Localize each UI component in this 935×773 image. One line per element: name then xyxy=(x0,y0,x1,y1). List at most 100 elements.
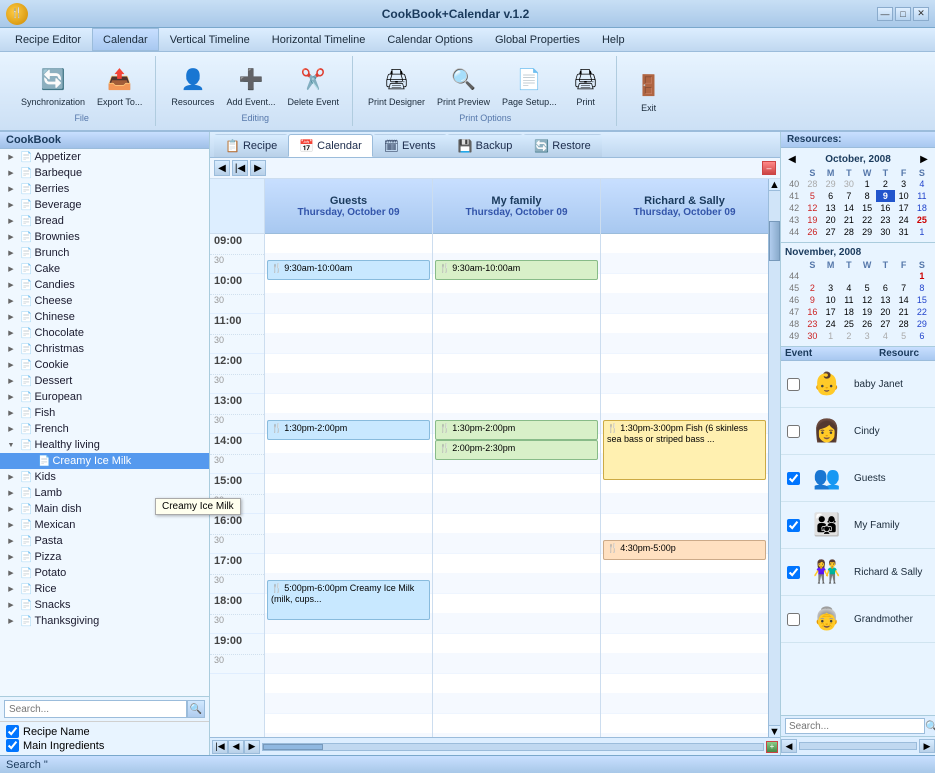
print-designer-button[interactable]: 🖨 Print Designer xyxy=(363,60,430,111)
r-scrollbar-track[interactable] xyxy=(799,742,917,750)
cal-day-8[interactable]: 8 xyxy=(913,282,931,294)
sidebar-item-creamy_ice_milk[interactable]: 📄Creamy Ice Milk xyxy=(0,453,209,469)
menu-calendar[interactable]: Calendar xyxy=(92,28,159,51)
sidebar-item-fish[interactable]: ▶📄Fish xyxy=(0,405,209,421)
cal-day-6[interactable]: 6 xyxy=(876,282,894,294)
cal-day-30[interactable]: 30 xyxy=(803,330,821,342)
event-f3[interactable]: 🍴2:00pm-2:30pm xyxy=(435,440,598,460)
print-button[interactable]: 🖨 Print xyxy=(564,60,608,111)
event-f2[interactable]: 🍴1:30pm-2:00pm xyxy=(435,420,598,440)
sidebar-item-mexican[interactable]: ▶📄Mexican xyxy=(0,517,209,533)
tab-events[interactable]: 🗓 Events xyxy=(373,134,447,157)
cal-day-27[interactable]: 27 xyxy=(876,318,894,330)
h-scroll-prev[interactable]: ◀ xyxy=(228,740,244,754)
menu-horizontal-timeline[interactable]: Horizontal Timeline xyxy=(261,28,377,51)
cal-day-14[interactable]: 14 xyxy=(840,202,858,214)
cal-day-23[interactable]: 23 xyxy=(876,214,894,226)
cal-day-1[interactable]: 1 xyxy=(822,330,840,342)
event-g3[interactable]: 🍴5:00pm-6:00pm Creamy Ice Milk (milk, cu… xyxy=(267,580,430,620)
cal-day-16[interactable]: 16 xyxy=(803,306,821,318)
cal-day-7[interactable]: 7 xyxy=(895,282,913,294)
cal-day-18[interactable]: 18 xyxy=(913,202,931,214)
cal-day-22[interactable]: 22 xyxy=(858,214,876,226)
resource-check-baby_janet[interactable] xyxy=(787,378,800,391)
sidebar-item-french[interactable]: ▶📄French xyxy=(0,421,209,437)
sidebar-item-rice[interactable]: ▶📄Rice xyxy=(0,581,209,597)
cal-day-31[interactable]: 31 xyxy=(895,226,913,238)
h-scroll-next[interactable]: ▶ xyxy=(244,740,260,754)
cal-day-12[interactable]: 12 xyxy=(803,202,821,214)
right-search-input[interactable] xyxy=(785,718,925,734)
menu-help[interactable]: Help xyxy=(591,28,636,51)
sidebar-item-appetizer[interactable]: ▶📄Appetizer xyxy=(0,149,209,165)
cal-day-21[interactable]: 21 xyxy=(895,306,913,318)
cal-day-25[interactable]: 25 xyxy=(913,214,931,226)
sidebar-item-kids[interactable]: ▶📄Kids xyxy=(0,469,209,485)
sidebar-item-thanksgiving[interactable]: ▶📄Thanksgiving xyxy=(0,613,209,629)
cal-day-26[interactable]: 26 xyxy=(803,226,821,238)
cal-day-17[interactable]: 17 xyxy=(895,202,913,214)
sidebar-item-snacks[interactable]: ▶📄Snacks xyxy=(0,597,209,613)
exit-button[interactable]: 🚪 Exit xyxy=(627,66,671,117)
cal-day-28[interactable]: 28 xyxy=(803,178,821,190)
event-g1[interactable]: 🍴9:30am-10:00am xyxy=(267,260,430,280)
cal-day-16[interactable]: 16 xyxy=(876,202,894,214)
mini-cal-next-button[interactable]: ▶ xyxy=(917,152,931,166)
sidebar-item-beverage[interactable]: ▶📄Beverage xyxy=(0,197,209,213)
cal-day-12[interactable]: 12 xyxy=(858,294,876,306)
cal-day-24[interactable]: 24 xyxy=(895,214,913,226)
sidebar-item-potato[interactable]: ▶📄Potato xyxy=(0,565,209,581)
cal-prev-button[interactable]: ◀ xyxy=(214,160,230,176)
add-event-button[interactable]: ➕ Add Event... xyxy=(221,60,280,111)
cal-day-3[interactable]: 3 xyxy=(858,330,876,342)
cal-day-19[interactable]: 19 xyxy=(858,306,876,318)
r-scroll-left[interactable]: ◀ xyxy=(781,739,797,753)
sidebar-item-brownies[interactable]: ▶📄Brownies xyxy=(0,229,209,245)
h-scrollbar-track[interactable] xyxy=(262,743,764,751)
cal-next-button[interactable]: ▶ xyxy=(250,160,266,176)
cal-day-11[interactable]: 11 xyxy=(913,190,931,202)
sidebar-item-healthy_living[interactable]: ▼📄Healthy living xyxy=(0,437,209,453)
scroll-thumb[interactable] xyxy=(769,221,780,261)
maximize-button[interactable]: □ xyxy=(895,7,911,21)
cal-day-9[interactable]: 9 xyxy=(876,190,894,202)
cal-day-10[interactable]: 10 xyxy=(895,190,913,202)
sidebar-item-pizza[interactable]: ▶📄Pizza xyxy=(0,549,209,565)
export-button[interactable]: 📤 Export To... xyxy=(92,60,147,111)
cal-day-30[interactable]: 30 xyxy=(876,226,894,238)
cal-day-1[interactable]: 1 xyxy=(913,226,931,238)
sidebar-item-chocolate[interactable]: ▶📄Chocolate xyxy=(0,325,209,341)
print-preview-button[interactable]: 🔍 Print Preview xyxy=(432,60,495,111)
recipe-name-checkbox[interactable] xyxy=(6,725,19,738)
v-scrollbar[interactable]: ▲ ▼ xyxy=(768,179,780,737)
delete-event-button[interactable]: ✂️ Delete Event xyxy=(282,60,344,111)
resource-check-richard_sally[interactable] xyxy=(787,566,800,579)
sidebar-item-chinese[interactable]: ▶📄Chinese xyxy=(0,309,209,325)
cal-day-4[interactable]: 4 xyxy=(913,178,931,190)
cal-day-15[interactable]: 15 xyxy=(858,202,876,214)
cal-day-5[interactable]: 5 xyxy=(803,190,821,202)
cal-day-22[interactable]: 22 xyxy=(913,306,931,318)
sidebar-item-bread[interactable]: ▶📄Bread xyxy=(0,213,209,229)
resource-check-my_family[interactable] xyxy=(787,519,800,532)
sidebar-item-brunch[interactable]: ▶📄Brunch xyxy=(0,245,209,261)
cal-day-5[interactable]: 5 xyxy=(858,282,876,294)
sidebar-search-input[interactable] xyxy=(4,700,187,718)
menu-global-properties[interactable]: Global Properties xyxy=(484,28,591,51)
r-scroll-right[interactable]: ▶ xyxy=(919,739,935,753)
cal-day-28[interactable]: 28 xyxy=(840,226,858,238)
cal-day-30[interactable]: 30 xyxy=(840,178,858,190)
scroll-up-button[interactable]: ▲ xyxy=(769,179,780,191)
menu-vertical-timeline[interactable]: Vertical Timeline xyxy=(159,28,261,51)
sync-button[interactable]: 🔄 Synchronization xyxy=(16,60,90,111)
cal-day-3[interactable]: 3 xyxy=(822,282,840,294)
sidebar-item-cake[interactable]: ▶📄Cake xyxy=(0,261,209,277)
cal-day-29[interactable]: 29 xyxy=(913,318,931,330)
cal-day-1[interactable]: 1 xyxy=(858,178,876,190)
cal-day-10[interactable]: 10 xyxy=(822,294,840,306)
tab-restore[interactable]: 🔄 Restore xyxy=(523,134,601,157)
sidebar-item-dessert[interactable]: ▶📄Dessert xyxy=(0,373,209,389)
sidebar-item-barbeque[interactable]: ▶📄Barbeque xyxy=(0,165,209,181)
right-search-button[interactable]: 🔍 xyxy=(925,720,935,733)
cal-day-19[interactable]: 19 xyxy=(803,214,821,226)
